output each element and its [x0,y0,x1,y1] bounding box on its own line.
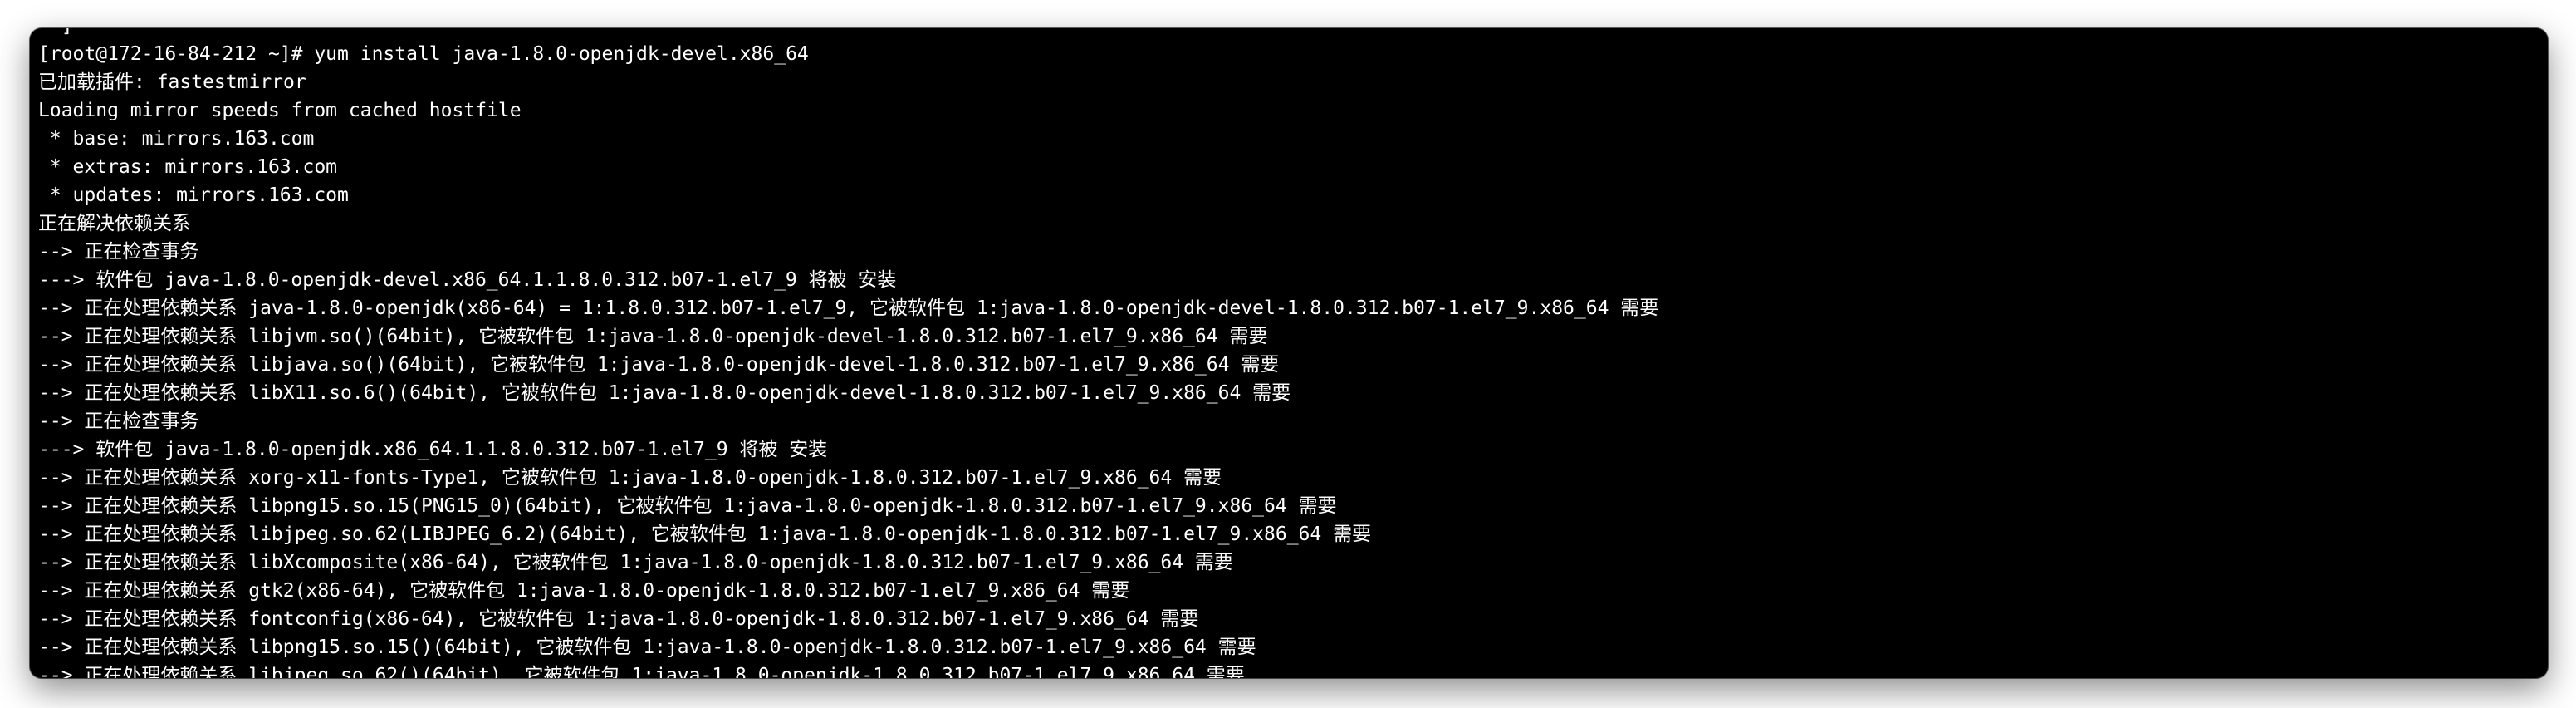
terminal-line: --> 正在检查事务 [38,241,199,263]
terminal-line: --> 正在处理依赖关系 libjava.so()(64bit), 它被软件包 … [38,354,1280,376]
terminal-output[interactable]: ] [root@172-16-84-212 ~]# yum install ja… [38,28,2539,678]
terminal-line: 正在解决依赖关系 [38,213,191,234]
terminal-line: --> 正在处理依赖关系 libjvm.so()(64bit), 它被软件包 1… [38,326,1268,347]
terminal-line: --> 正在处理依赖关系 fontconfig(x86-64), 它被软件包 1… [38,608,1199,630]
terminal-line: --> 正在处理依赖关系 libjpeg.so.62()(64bit), 它被软… [38,665,1245,678]
terminal-line: ---> 软件包 java-1.8.0-openjdk-devel.x86_64… [38,269,897,291]
terminal-line: * extras: mirrors.163.com [38,156,338,178]
terminal-line: Loading mirror speeds from cached hostfi… [38,100,522,121]
terminal-line: 已加载插件: fastestmirror [38,71,306,93]
terminal-line: --> 正在处理依赖关系 libX11.so.6()(64bit), 它被软件包… [38,382,1291,404]
terminal-window[interactable]: ] [root@172-16-84-212 ~]# yum install ja… [30,28,2548,678]
terminal-command-line: [root@172-16-84-212 ~]# yum install java… [38,43,809,65]
terminal-line: --> 正在检查事务 [38,411,199,432]
terminal-line: --> 正在处理依赖关系 java-1.8.0-openjdk(x86-64) … [38,297,1659,319]
terminal-line: --> 正在处理依赖关系 libXcomposite(x86-64), 它被软件… [38,552,1233,573]
terminal-line: ---> 软件包 java-1.8.0-openjdk.x86_64.1.1.8… [38,439,828,460]
terminal-line: --> 正在处理依赖关系 libpng15.so.15(PNG15_0)(64b… [38,495,1337,517]
terminal-line: ] [38,28,2539,40]
terminal-line: --> 正在处理依赖关系 gtk2(x86-64), 它被软件包 1:java-… [38,580,1130,602]
terminal-line: --> 正在处理依赖关系 libpng15.so.15()(64bit), 它被… [38,637,1256,658]
terminal-line: --> 正在处理依赖关系 libjpeg.so.62(LIBJPEG_6.2)(… [38,524,1372,545]
terminal-line: * updates: mirrors.163.com [38,184,349,206]
terminal-line: * base: mirrors.163.com [38,128,315,150]
terminal-line: --> 正在处理依赖关系 xorg-x11-fonts-Type1, 它被软件包… [38,467,1222,489]
